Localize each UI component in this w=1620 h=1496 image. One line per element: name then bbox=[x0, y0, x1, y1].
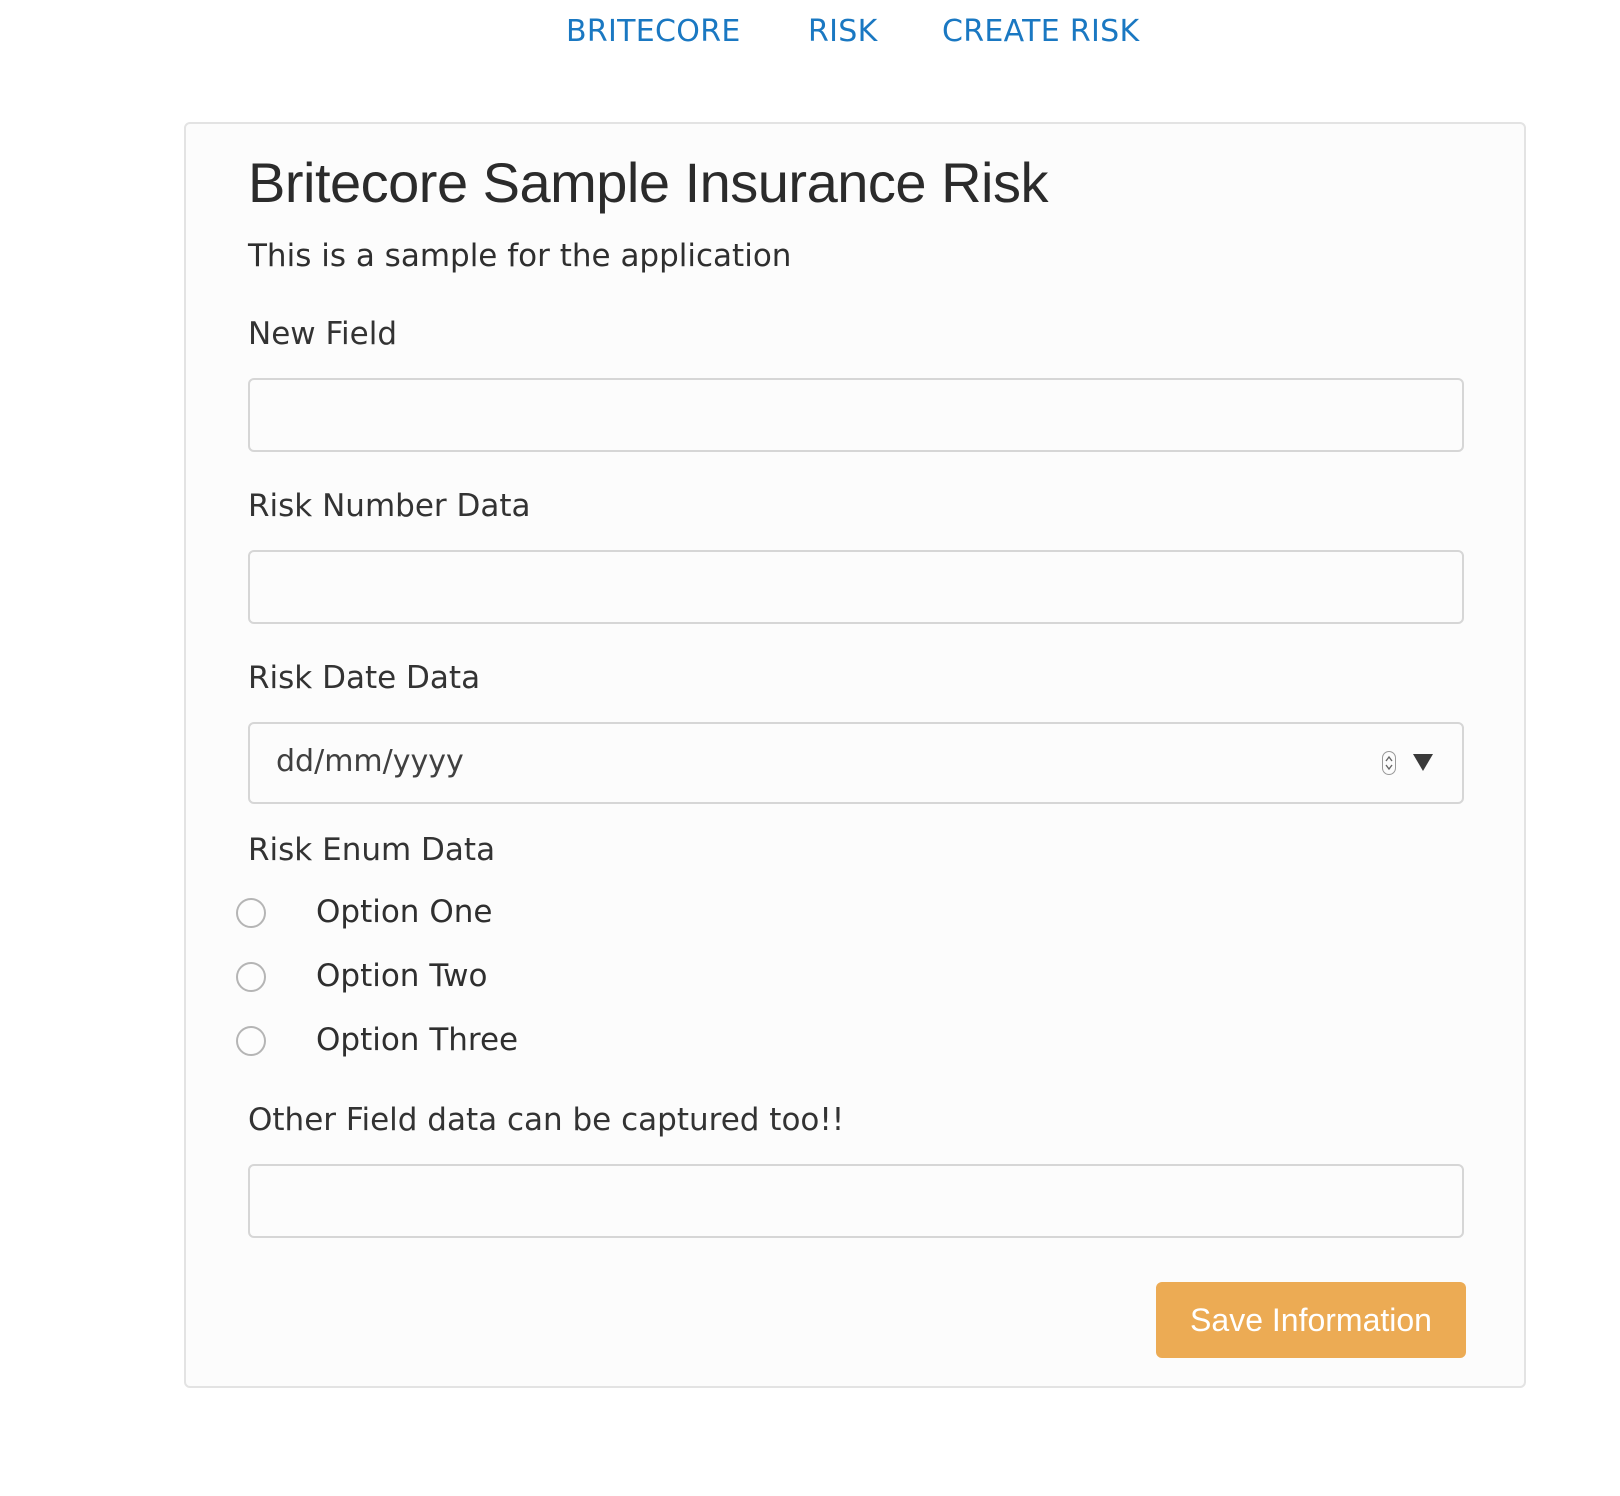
radio-option-two[interactable]: Option Two bbox=[236, 958, 836, 998]
other-field-label: Other Field data can be captured too!! bbox=[248, 1102, 845, 1138]
risk-number-input[interactable] bbox=[248, 550, 1464, 624]
new-field-label: New Field bbox=[248, 316, 398, 352]
radio-circle-icon[interactable] bbox=[236, 898, 266, 928]
form-title: Britecore Sample Insurance Risk bbox=[248, 151, 1048, 214]
radio-circle-icon[interactable] bbox=[236, 1026, 266, 1056]
form-description: This is a sample for the application bbox=[248, 238, 792, 274]
radio-option-label[interactable]: Option Two bbox=[316, 958, 487, 994]
risk-date-placeholder[interactable]: dd/mm/yyyy bbox=[276, 744, 464, 779]
radio-option-label[interactable]: Option One bbox=[316, 894, 492, 930]
radio-option-three[interactable]: Option Three bbox=[236, 1022, 836, 1062]
radio-circle-icon[interactable] bbox=[236, 962, 266, 992]
radio-option-one[interactable]: Option One bbox=[236, 894, 836, 934]
risk-form-panel: Britecore Sample Insurance Risk This is … bbox=[184, 122, 1526, 1388]
spinner-icon[interactable] bbox=[1382, 751, 1396, 775]
triangle-down-icon[interactable] bbox=[1412, 752, 1434, 772]
top-navigation: BRITECORE RISK CREATE RISK bbox=[0, 0, 1620, 80]
risk-date-label: Risk Date Data bbox=[248, 660, 481, 696]
other-field-input[interactable] bbox=[248, 1164, 1464, 1238]
new-field-input[interactable] bbox=[248, 378, 1464, 452]
radio-option-label[interactable]: Option Three bbox=[316, 1022, 518, 1058]
nav-link-britecore[interactable]: BRITECORE bbox=[566, 14, 741, 49]
save-information-button[interactable]: Save Information bbox=[1156, 1282, 1466, 1358]
risk-enum-label: Risk Enum Data bbox=[248, 832, 496, 868]
nav-link-create-risk[interactable]: CREATE RISK bbox=[942, 14, 1139, 49]
risk-date-input[interactable]: dd/mm/yyyy bbox=[248, 722, 1464, 804]
risk-number-label: Risk Number Data bbox=[248, 488, 531, 524]
nav-link-risk[interactable]: RISK bbox=[808, 14, 878, 49]
